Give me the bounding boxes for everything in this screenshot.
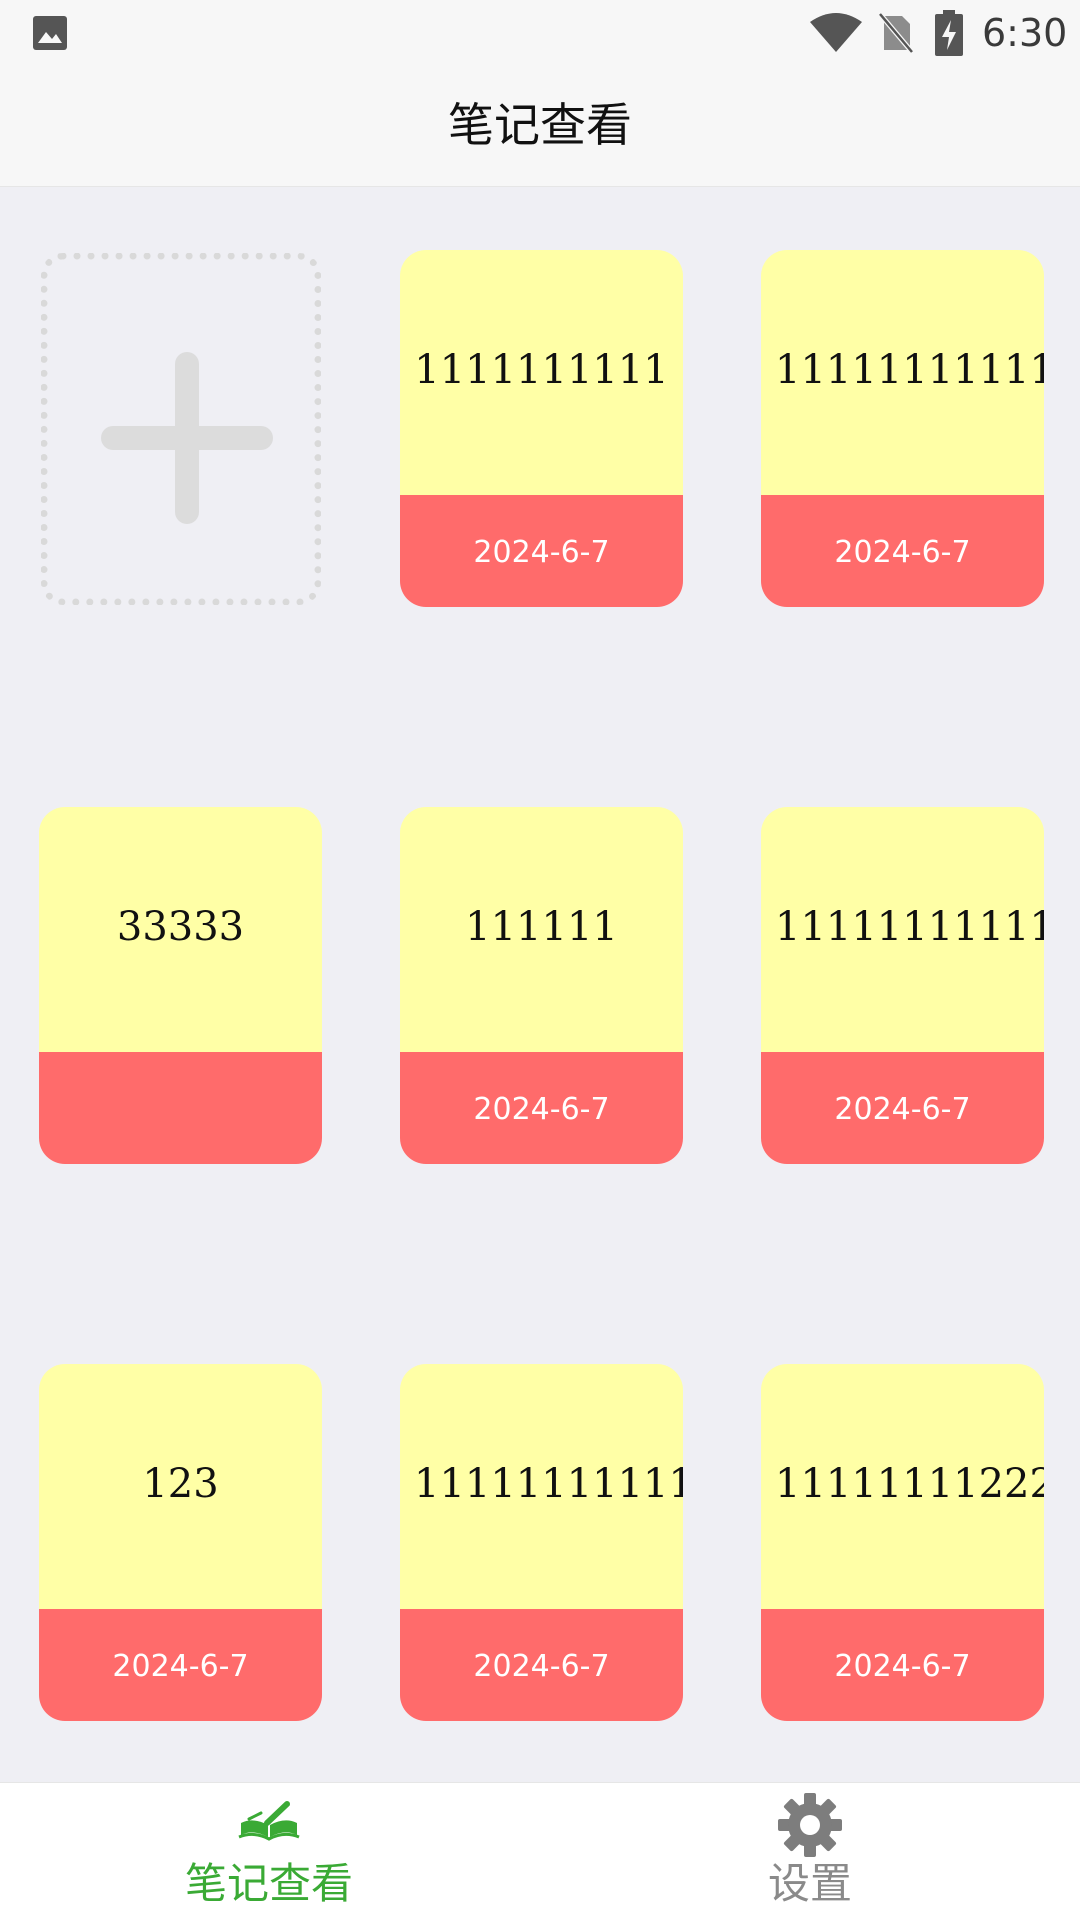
page-title: 笔记查看 [448,98,632,152]
plus-icon-vertical [175,352,199,524]
status-bar: 6:30 [0,0,1080,67]
note-footer: 2024-6-7 [400,495,683,607]
note-footer: 2024-6-7 [761,1052,1044,1164]
note-card[interactable]: 111111 2024-6-7 [400,807,683,1164]
bottom-tab-bar: 笔记查看 设置 [0,1782,1080,1920]
note-footer: 2024-6-7 [400,1609,683,1721]
app-header: 笔记查看 [0,67,1080,187]
note-text: 11111111111111111 [414,1461,683,1507]
note-card[interactable]: 11111111111111111 2024-6-7 [400,1364,683,1721]
wifi-icon [810,13,862,52]
note-date: 2024-6-7 [473,1092,610,1127]
note-body: 123 [39,1364,322,1609]
note-date: 2024-6-7 [112,1649,249,1684]
book-pen-icon [238,1801,300,1841]
note-body: 33333 [39,807,322,1052]
no-sim-icon [878,12,914,54]
note-footer [39,1052,322,1164]
clock: 6:30 [982,11,1068,55]
note-text: 33333 [116,904,245,950]
note-text: 111111 [465,904,618,950]
note-text: 1111111111 [414,347,669,393]
note-text: 11111111222222222 [775,1461,1044,1507]
note-card[interactable]: 1111111111 2024-6-7 [400,250,683,607]
note-text: 123 [142,1461,219,1507]
tab-settings[interactable]: 设置 [660,1783,960,1920]
note-date: 2024-6-7 [834,535,971,570]
note-body: 11111111111111111 [400,1364,683,1609]
tab-settings-label: 设置 [767,1859,852,1908]
note-card[interactable]: 111111111111 2024-6-7 [761,807,1044,1164]
note-date: 2024-6-7 [834,1092,971,1127]
tab-notes[interactable]: 笔记查看 [119,1783,419,1920]
battery-charging-icon [935,10,963,56]
gear-icon [778,1793,842,1857]
tab-notes-label: 笔记查看 [184,1859,353,1908]
note-date: 2024-6-7 [473,1649,610,1684]
note-body: 11111111222222222 [761,1364,1044,1609]
note-text: 111111111111 [775,904,1044,950]
note-footer: 2024-6-7 [400,1052,683,1164]
note-body: 11111111111111111 [761,250,1044,495]
note-card[interactable]: 123 2024-6-7 [39,1364,322,1721]
note-body: 1111111111 [400,250,683,495]
gallery-icon [33,16,67,50]
note-date: 2024-6-7 [473,535,610,570]
note-body: 111111111111 [761,807,1044,1052]
add-note-button[interactable] [41,253,321,605]
note-footer: 2024-6-7 [761,495,1044,607]
note-card[interactable]: 11111111111111111 2024-6-7 [761,250,1044,607]
note-card[interactable]: 11111111222222222 2024-6-7 [761,1364,1044,1721]
notes-screen: 6:30 笔记查看 1111111111 2024-6-7 1111111111… [0,0,1080,1920]
note-date [39,1052,322,1164]
note-date: 2024-6-7 [834,1649,971,1684]
note-footer: 2024-6-7 [761,1609,1044,1721]
note-footer: 2024-6-7 [39,1609,322,1721]
note-card[interactable]: 33333 [39,807,322,1164]
note-body: 111111 [400,807,683,1052]
notes-grid: 1111111111 2024-6-7 11111111111111111 20… [0,187,1080,1782]
note-text: 11111111111111111 [775,347,1044,393]
